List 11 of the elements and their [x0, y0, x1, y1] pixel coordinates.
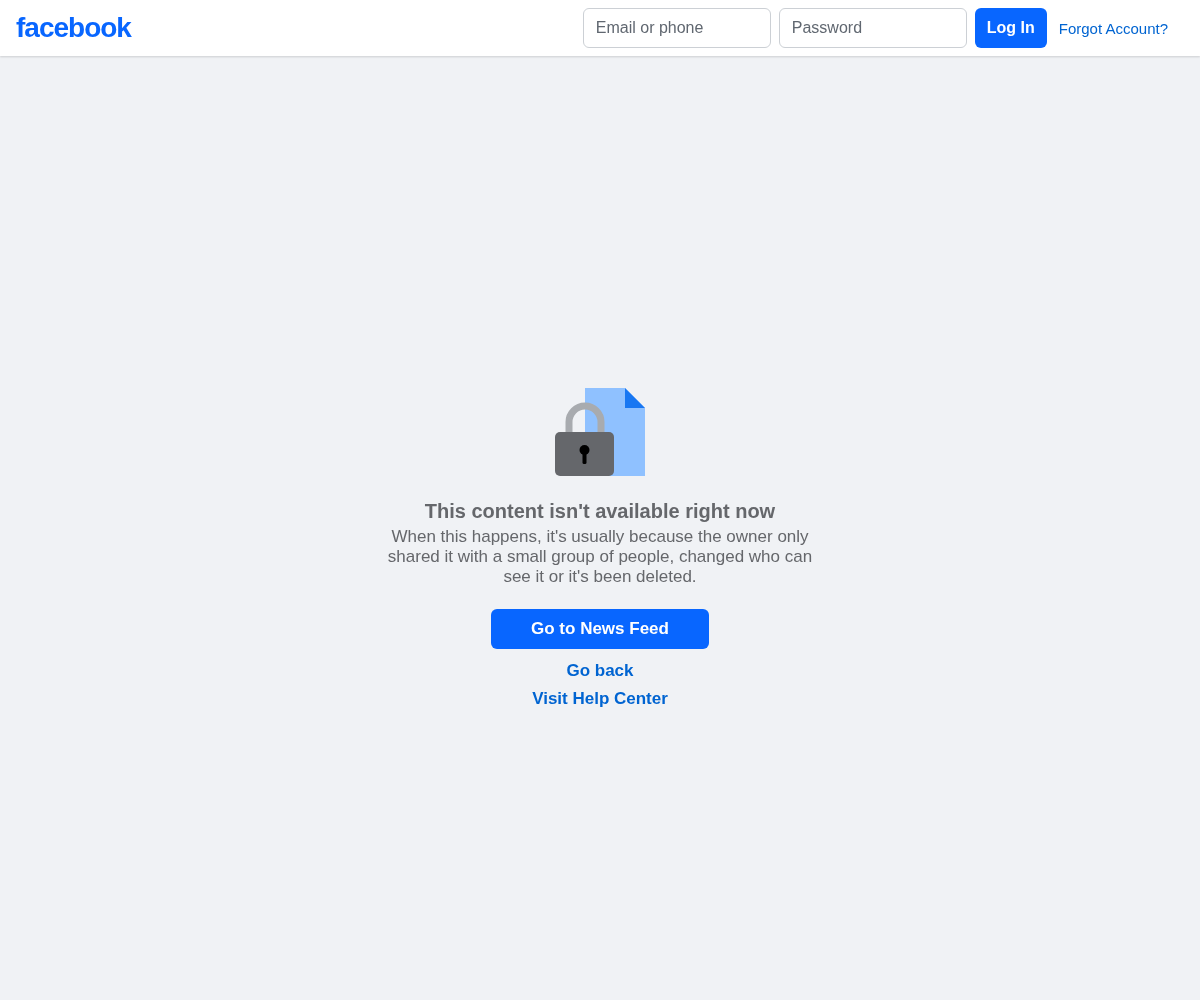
- text-link[interactable]: Visit Help Center: [532, 685, 668, 713]
- news-feed-button[interactable]: Go to News Feed: [491, 609, 709, 649]
- login-button[interactable]: Log In: [974, 8, 1047, 48]
- email-field[interactable]: Email or phone: [582, 8, 771, 48]
- logo[interactable]: facebook: [16, 12, 131, 44]
- locked-document-icon: [555, 388, 645, 476]
- message-title: This content isn't available right now: [424, 500, 776, 523]
- text-link[interactable]: Go back: [566, 657, 634, 685]
- forgot-account-link[interactable]: Forgot Account?: [1058, 19, 1168, 37]
- message-text: When this happens, it's usually because the owner only shared it with a small group of people, changed who can see it or it's been deleted.: [386, 527, 814, 587]
- password-field[interactable]: Password: [778, 8, 967, 48]
